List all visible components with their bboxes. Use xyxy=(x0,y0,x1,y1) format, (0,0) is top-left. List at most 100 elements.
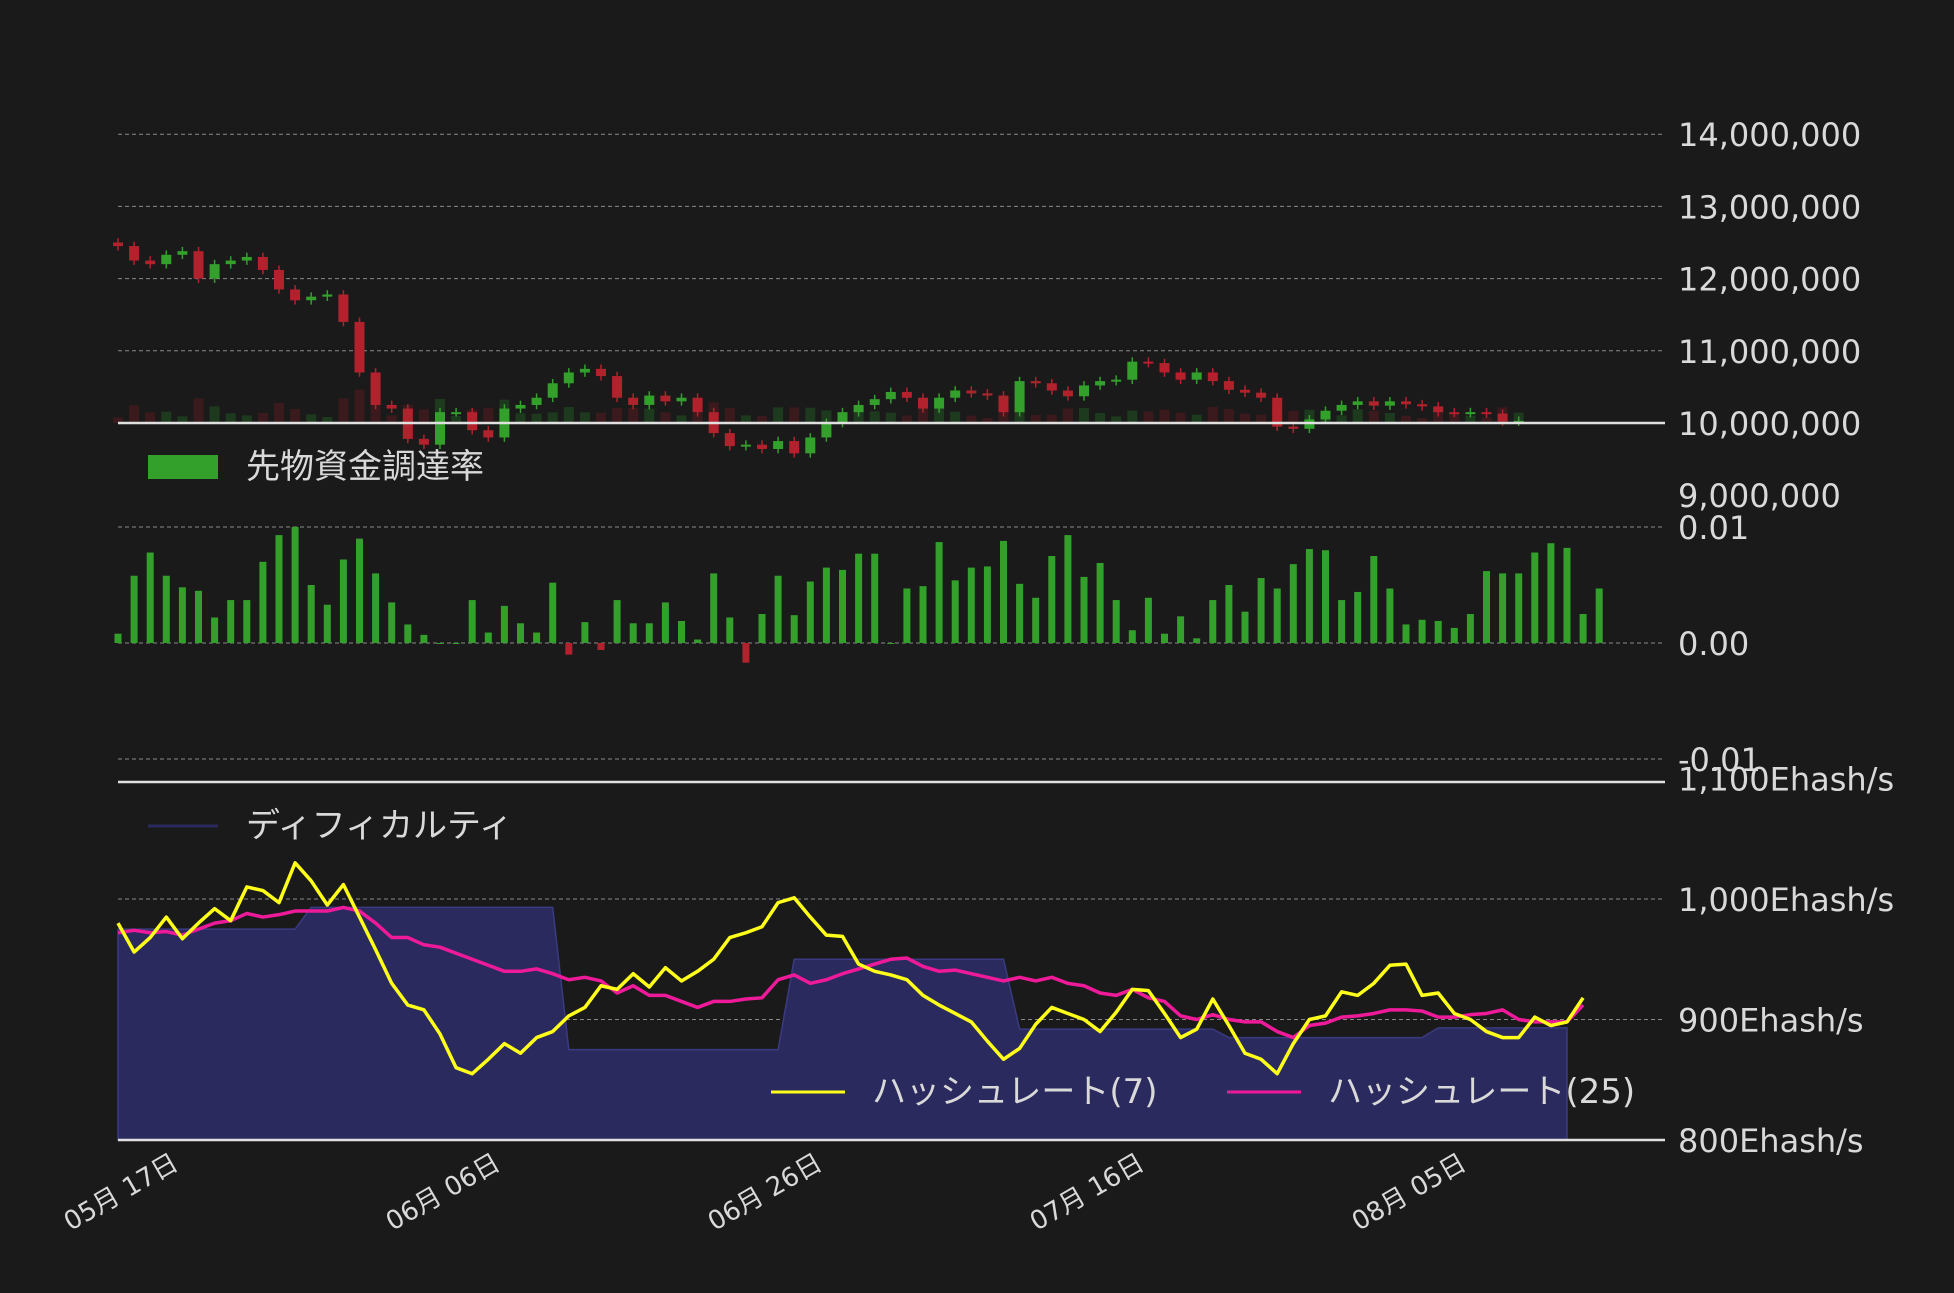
candle-body xyxy=(1352,401,1363,405)
candle-body xyxy=(1336,404,1347,411)
candle-body xyxy=(579,368,590,373)
volume-bar xyxy=(869,411,880,423)
candle-body xyxy=(145,260,156,265)
candle-body xyxy=(982,393,993,396)
funding-rate-bar xyxy=(436,643,444,644)
price-tick-label: 10,000,000 xyxy=(1678,405,1861,443)
funding-rate-bar xyxy=(275,535,283,643)
funding-rate-bar xyxy=(1563,547,1571,643)
candle-body xyxy=(1433,406,1444,413)
volume-bar xyxy=(596,412,606,423)
funding-rate-bar xyxy=(372,573,380,643)
candle-body xyxy=(1320,410,1331,420)
volume-bar xyxy=(129,405,140,423)
legend-label-funding-rate: 先物資金調達率 xyxy=(246,447,484,487)
x-tick-label: 06月 06日 xyxy=(381,1148,505,1237)
hashrate-tick-label: 1,000Ehash/s xyxy=(1678,881,1894,919)
funding-rate-bar xyxy=(1080,576,1088,643)
candle-body xyxy=(418,438,429,445)
volume-bar xyxy=(724,408,735,423)
volume-bar xyxy=(1159,409,1170,423)
funding-rate-bar xyxy=(1386,588,1394,643)
candle-body xyxy=(531,397,542,405)
funding-rate-bar xyxy=(484,632,492,643)
funding-rate-bar xyxy=(195,590,202,643)
funding-rate-bar xyxy=(549,582,557,643)
volume-bar xyxy=(628,407,639,423)
candle-body xyxy=(161,254,172,265)
x-tick-label: 06月 26日 xyxy=(703,1148,827,1237)
funding-rate-bar xyxy=(613,600,621,643)
funding-rate-bar xyxy=(339,559,347,643)
candle-body xyxy=(547,383,558,398)
funding-rate-bar xyxy=(1000,540,1007,643)
volume-bar xyxy=(483,407,494,423)
funding-rate-bar xyxy=(661,602,669,643)
funding-rate-bar xyxy=(790,615,798,643)
funding-rate-bar xyxy=(1434,620,1442,643)
volume-bar xyxy=(1240,413,1250,423)
candle-body xyxy=(821,423,832,438)
funding-rate-bar xyxy=(130,575,138,643)
x-tick-label: 07月 16日 xyxy=(1025,1148,1149,1237)
funding-rate-bar xyxy=(307,585,315,643)
candle-body xyxy=(1449,412,1460,415)
candle-body xyxy=(1030,381,1041,384)
candle-body xyxy=(241,256,252,261)
candle-body xyxy=(467,412,478,431)
funding-rate-bar xyxy=(726,617,734,643)
volume-bar xyxy=(579,412,590,423)
volume-bar xyxy=(338,398,349,423)
funding-rate-bar xyxy=(1370,556,1378,643)
funding-rate-bar xyxy=(1161,633,1168,643)
candle-body xyxy=(1240,389,1250,393)
candle-body xyxy=(338,294,349,322)
funding-rate-bar xyxy=(806,581,814,643)
funding-rate-bar xyxy=(645,623,653,643)
funding-rate-bar xyxy=(162,575,170,643)
candle-body xyxy=(885,391,896,400)
funding-rate-bar xyxy=(146,552,154,643)
candle-body xyxy=(934,397,945,409)
funding-rate-bar xyxy=(1531,552,1539,643)
candle-body xyxy=(918,397,928,409)
volume-bar xyxy=(306,414,317,423)
candle-body xyxy=(1095,381,1106,386)
funding-rate-bar xyxy=(243,600,251,643)
funding-rate-bar xyxy=(742,643,750,663)
candle-body xyxy=(354,321,365,373)
legend-label-hashrate-25: ハッシュレート(25) xyxy=(1328,1072,1635,1112)
candle-body xyxy=(837,412,848,423)
funding-rate-bar xyxy=(581,622,589,643)
candle-body xyxy=(1288,426,1299,429)
volume-bar xyxy=(950,411,961,423)
candle-body xyxy=(869,399,880,405)
candle-body xyxy=(129,246,140,261)
candle-body xyxy=(901,391,912,398)
funding-rate-bar xyxy=(951,580,959,643)
funding-rate-bar xyxy=(1499,573,1507,643)
funding-rate-bar xyxy=(887,643,895,644)
volume-bar xyxy=(1384,413,1395,423)
volume-bar xyxy=(290,409,301,423)
candle-body xyxy=(1175,372,1186,380)
funding-rate-bar xyxy=(1048,556,1056,643)
funding-rate-bar xyxy=(1144,597,1152,643)
funding-rate-bar xyxy=(1402,624,1410,643)
funding-rate-bar xyxy=(1466,614,1474,643)
funding-rate-bar xyxy=(533,632,541,643)
funding-rate-bar xyxy=(710,573,718,643)
price-tick-label: 14,000,000 xyxy=(1678,116,1861,154)
candle-body xyxy=(451,412,462,415)
volume-bar xyxy=(1095,413,1106,423)
candle-body xyxy=(789,441,800,454)
funding-rate-bar xyxy=(1032,597,1040,643)
funding-rate-bar xyxy=(1418,619,1426,643)
volume-bar xyxy=(563,407,574,423)
volume-bar xyxy=(1062,408,1073,423)
candle-body xyxy=(1191,372,1202,380)
candle-body xyxy=(1417,404,1428,407)
chart-canvas: 9,000,00010,000,00011,000,00012,000,0001… xyxy=(59,116,1894,1237)
candle-body xyxy=(515,404,526,409)
funding-rate-bar xyxy=(404,624,412,643)
